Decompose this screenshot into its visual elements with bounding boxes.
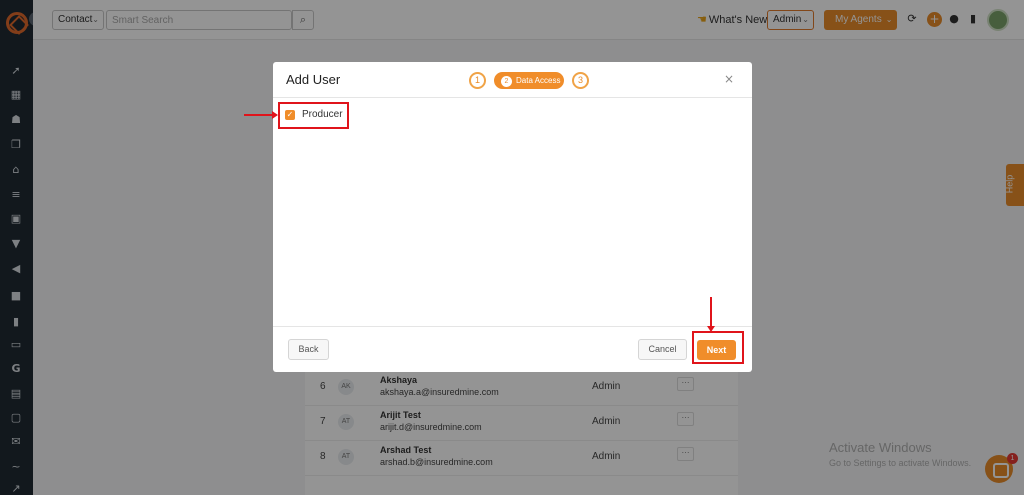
step-1-indicator: 1	[469, 72, 486, 89]
modal-footer: Back Cancel Next	[273, 326, 752, 372]
modal-body: ✓ Producer	[273, 99, 752, 326]
arrow-annotation	[244, 111, 278, 119]
step-label: Data Access	[516, 76, 561, 85]
step-2-indicator: 2 Data Access	[494, 72, 564, 89]
modal-title: Add User	[286, 72, 341, 87]
step-number: 3	[577, 75, 583, 85]
cancel-button[interactable]: Cancel	[638, 339, 687, 360]
modal-header: Add User 1 2 Data Access 3 ×	[273, 62, 752, 98]
highlight-box-producer	[278, 102, 349, 129]
step-number: 1	[474, 75, 480, 85]
arrow-annotation	[707, 297, 715, 332]
back-button[interactable]: Back	[288, 339, 329, 360]
step-number: 2	[501, 76, 512, 87]
highlight-box-next	[692, 331, 744, 364]
step-3-indicator: 3	[572, 72, 589, 89]
close-icon[interactable]: ×	[724, 72, 734, 86]
